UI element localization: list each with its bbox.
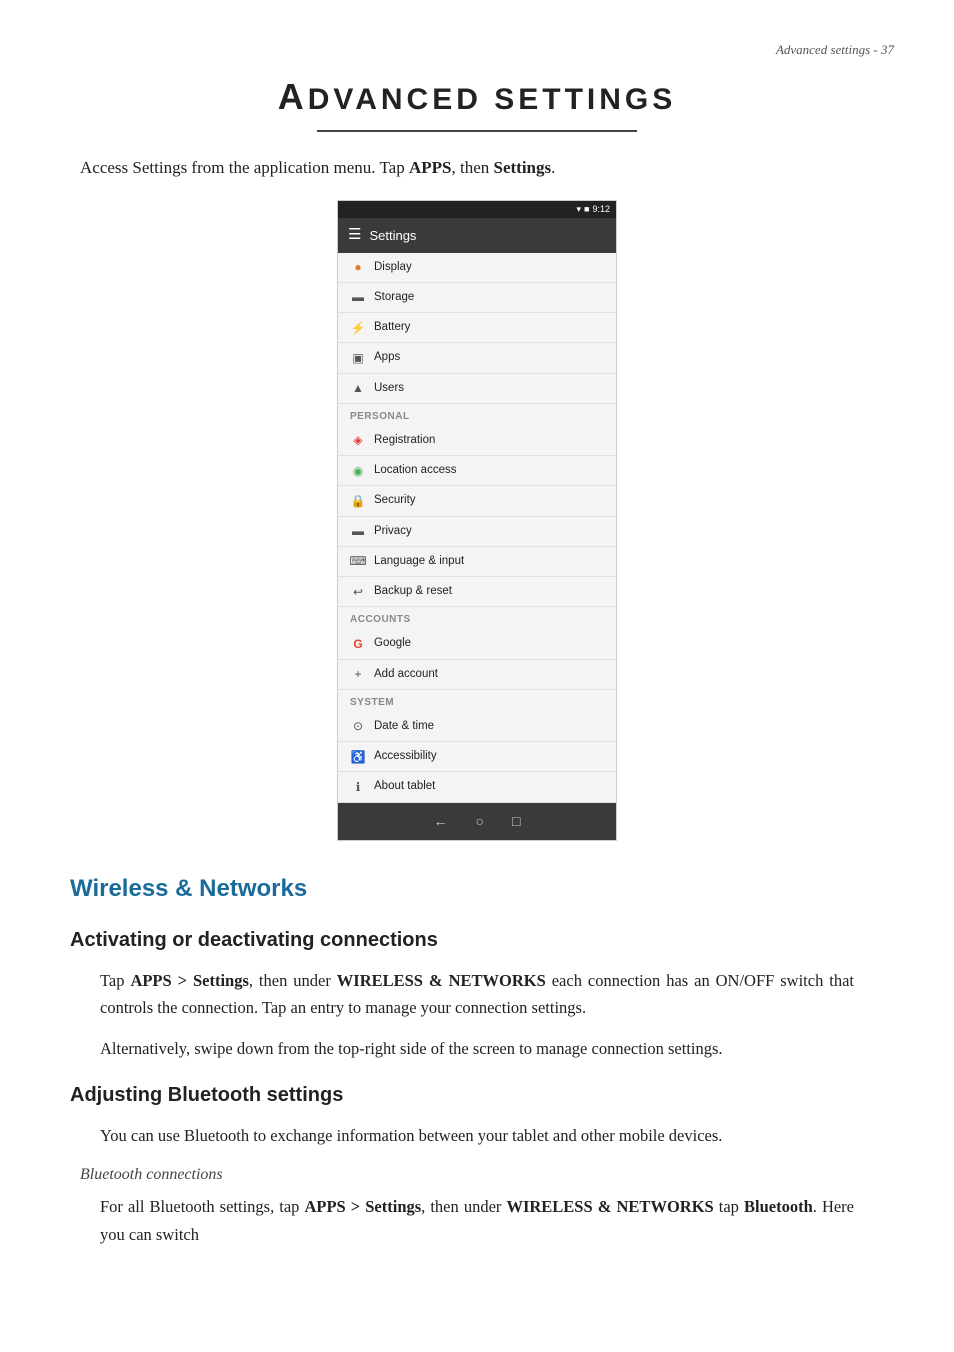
settings-item-backup: ↩ Backup & reset — [338, 577, 616, 607]
device-screenshot: ▾ ■ 9:12 ☰ Settings ● Display ▬ Storage — [337, 200, 617, 841]
security-icon: 🔒 — [350, 493, 366, 509]
settings-item-apps: ▣ Apps — [338, 343, 616, 373]
battery-settings-icon: ⚡ — [350, 320, 366, 336]
bold-apps-settings-2: APPS > Settings — [304, 1197, 421, 1216]
subsection-title-bluetooth: Adjusting Bluetooth settings — [60, 1080, 894, 1110]
settings-item-about: ℹ About tablet — [338, 772, 616, 802]
statusbar-icons: ▾ ■ 9:12 — [577, 203, 611, 217]
chapter-title-rest: DVANCED SETTINGS — [308, 83, 676, 116]
registration-icon: ◈ — [350, 432, 366, 448]
intro-text-before: Access Settings from the application men… — [80, 158, 409, 177]
bold-apps-settings-1: APPS > Settings — [130, 971, 248, 990]
page-number: Advanced settings - 37 — [60, 40, 894, 60]
home-nav-btn: ○ — [476, 811, 484, 832]
storage-icon: ▬ — [350, 289, 366, 305]
backup-label: Backup & reset — [374, 583, 452, 600]
datetime-label: Date & time — [374, 718, 434, 735]
settings-item-privacy: ▬ Privacy — [338, 517, 616, 547]
apps-label: Apps — [374, 349, 400, 366]
recents-nav-btn: □ — [512, 811, 520, 832]
bold-wireless-networks-1: WIRELESS & NETWORKS — [337, 971, 546, 990]
subheading-bt-connections: Bluetooth connections — [60, 1163, 894, 1187]
users-label: Users — [374, 380, 404, 397]
settings-item-add-account: + Add account — [338, 660, 616, 690]
google-label: Google — [374, 635, 411, 652]
settings-list: ● Display ▬ Storage ⚡ Battery ▣ Apps ▲ — [338, 253, 616, 803]
bold-bluetooth: Bluetooth — [744, 1197, 813, 1216]
para-activating-2: Alternatively, swipe down from the top-r… — [60, 1035, 894, 1062]
section-label-system: SYSTEM — [338, 690, 616, 712]
display-icon: ● — [350, 259, 366, 275]
settings-item-location: ◉ Location access — [338, 456, 616, 486]
add-account-icon: + — [350, 666, 366, 682]
wifi-icon: ▾ — [577, 203, 582, 217]
accessibility-icon: ♿ — [350, 749, 366, 765]
storage-label: Storage — [374, 289, 414, 306]
device-header: ☰ Settings — [338, 218, 616, 253]
intro-bold-apps: APPS — [409, 158, 452, 177]
title-underline — [317, 130, 637, 132]
accessibility-label: Accessibility — [374, 748, 437, 765]
battery-label: Battery — [374, 319, 410, 336]
language-icon: ⌨ — [350, 553, 366, 569]
location-icon: ◉ — [350, 463, 366, 479]
device-navbar: ← ○ □ — [338, 803, 616, 840]
settings-item-registration: ◈ Registration — [338, 426, 616, 456]
display-label: Display — [374, 259, 412, 276]
para-bluetooth-1: You can use Bluetooth to exchange inform… — [60, 1122, 894, 1149]
security-label: Security — [374, 492, 416, 509]
privacy-label: Privacy — [374, 523, 412, 540]
back-nav-btn: ← — [434, 811, 448, 832]
datetime-icon: ⊙ — [350, 718, 366, 734]
intro-paragraph: Access Settings from the application men… — [60, 154, 894, 182]
backup-icon: ↩ — [350, 584, 366, 600]
google-icon: G — [350, 636, 366, 652]
chapter-title: ADVANCED SETTINGS — [60, 70, 894, 124]
bold-wireless-networks-2: WIRELESS & NETWORKS — [506, 1197, 713, 1216]
section-title-wireless: Wireless & Networks — [60, 871, 894, 907]
registration-label: Registration — [374, 432, 435, 449]
language-label: Language & input — [374, 553, 464, 570]
apps-icon: ▣ — [350, 350, 366, 366]
settings-header-title: Settings — [369, 226, 416, 246]
section-label-accounts: ACCOUNTS — [338, 607, 616, 629]
about-label: About tablet — [374, 778, 435, 795]
settings-item-security: 🔒 Security — [338, 486, 616, 516]
time-display: 9:12 — [592, 203, 610, 217]
battery-icon: ■ — [584, 203, 589, 217]
settings-item-datetime: ⊙ Date & time — [338, 712, 616, 742]
privacy-icon: ▬ — [350, 523, 366, 539]
settings-item-users: ▲ Users — [338, 374, 616, 404]
users-icon: ▲ — [350, 380, 366, 396]
settings-item-google: G Google — [338, 629, 616, 659]
settings-item-storage: ▬ Storage — [338, 283, 616, 313]
screenshot-container: ▾ ■ 9:12 ☰ Settings ● Display ▬ Storage — [60, 200, 894, 841]
para-bt-connections-1: For all Bluetooth settings, tap APPS > S… — [60, 1193, 894, 1247]
location-label: Location access — [374, 462, 456, 479]
settings-item-language: ⌨ Language & input — [338, 547, 616, 577]
intro-text-middle: , then — [451, 158, 493, 177]
subsection-title-activating: Activating or deactivating connections — [60, 925, 894, 955]
about-icon: ℹ — [350, 779, 366, 795]
intro-bold-settings: Settings — [494, 158, 552, 177]
settings-item-display: ● Display — [338, 253, 616, 283]
add-account-label: Add account — [374, 666, 438, 683]
settings-item-battery: ⚡ Battery — [338, 313, 616, 343]
hamburger-icon: ☰ — [348, 224, 361, 247]
settings-item-accessibility: ♿ Accessibility — [338, 742, 616, 772]
chapter-title-prefix: A — [278, 76, 308, 117]
section-label-personal: PERSONAL — [338, 404, 616, 426]
para-activating-1: Tap APPS > Settings, then under WIRELESS… — [60, 967, 894, 1021]
device-statusbar: ▾ ■ 9:12 — [338, 201, 616, 219]
intro-text-after: . — [551, 158, 555, 177]
